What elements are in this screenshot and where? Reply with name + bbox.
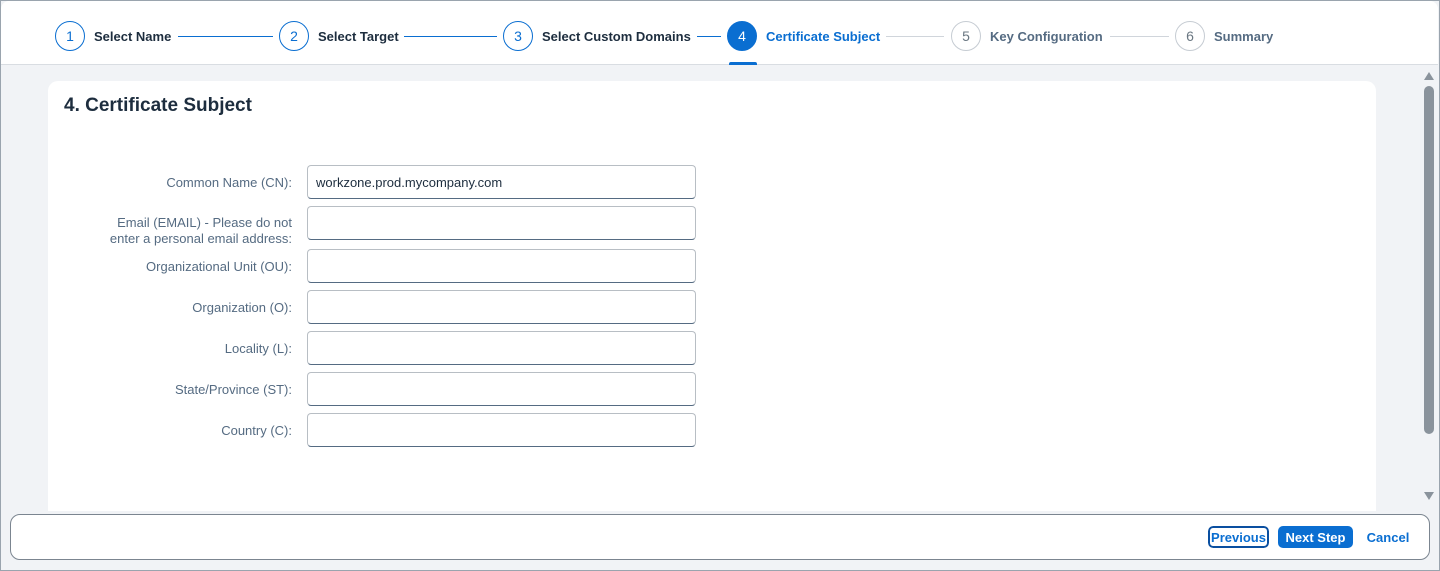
state-province-label: State/Province (ST): [174, 382, 292, 397]
country-label: Country (C): [221, 423, 292, 438]
step-number: 3 [503, 21, 533, 51]
step-label: Summary [1214, 28, 1274, 44]
step-connector [697, 36, 721, 37]
active-step-indicator [729, 62, 757, 65]
previous-button[interactable]: Previous [1207, 525, 1270, 549]
scroll-down-icon[interactable] [1424, 492, 1434, 500]
country-input[interactable] [307, 413, 696, 447]
email-label-line2: enter a personal email address: [109, 231, 292, 246]
organization-label: Organization (O): [192, 300, 292, 315]
organizational-unit-input[interactable] [307, 249, 696, 283]
step-connector [1110, 36, 1169, 37]
email-input[interactable] [307, 206, 696, 240]
step-label: Select Name [94, 28, 172, 44]
step-connector [178, 36, 273, 37]
wizard-step-select-custom-domains[interactable]: 3 Select Custom Domains [503, 20, 691, 52]
step-label: Key Configuration [990, 28, 1103, 44]
wizard-step-select-name[interactable]: 1 Select Name [55, 20, 171, 52]
cancel-button[interactable]: Cancel [1360, 526, 1416, 548]
wizard-step-select-target[interactable]: 2 Select Target [279, 20, 399, 52]
common-name-label: Common Name (CN): [166, 175, 292, 190]
step-number: 1 [55, 21, 85, 51]
wizard-step-key-configuration: 5 Key Configuration [951, 20, 1103, 52]
step-label: Select Target [318, 28, 399, 44]
email-label-line1: Email (EMAIL) - Please do not [117, 215, 292, 230]
state-province-row: State/Province (ST): [60, 372, 700, 406]
step-number: 5 [951, 21, 981, 51]
organizational-unit-label: Organizational Unit (OU): [146, 259, 292, 274]
state-province-input[interactable] [307, 372, 696, 406]
common-name-input[interactable] [307, 165, 696, 199]
common-name-row: Common Name (CN): [60, 165, 700, 199]
step-label: Select Custom Domains [542, 28, 691, 44]
organization-input[interactable] [307, 290, 696, 324]
email-row: Email (EMAIL) - Please do not enter a pe… [60, 206, 700, 246]
organization-row: Organization (O): [60, 290, 700, 324]
step-number: 6 [1175, 21, 1205, 51]
locality-input[interactable] [307, 331, 696, 365]
step-number: 2 [279, 21, 309, 51]
scroll-up-icon[interactable] [1424, 72, 1434, 80]
section-title: 4. Certificate Subject [64, 95, 252, 116]
wizard-step-summary: 6 Summary [1175, 20, 1273, 52]
organizational-unit-row: Organizational Unit (OU): [60, 249, 700, 283]
step-connector [886, 36, 944, 37]
step-label: Certificate Subject [766, 28, 881, 44]
next-step-button[interactable]: Next Step [1278, 526, 1353, 548]
email-label: Email (EMAIL) - Please do not enter a pe… [52, 215, 292, 247]
wizard-step-certificate-subject[interactable]: 4 Certificate Subject [727, 20, 880, 52]
country-row: Country (C): [60, 413, 700, 447]
scrollbar-thumb[interactable] [1424, 86, 1434, 434]
locality-label: Locality (L): [224, 341, 292, 356]
step-number: 4 [727, 21, 757, 51]
locality-row: Locality (L): [60, 331, 700, 365]
step-connector [404, 36, 497, 37]
